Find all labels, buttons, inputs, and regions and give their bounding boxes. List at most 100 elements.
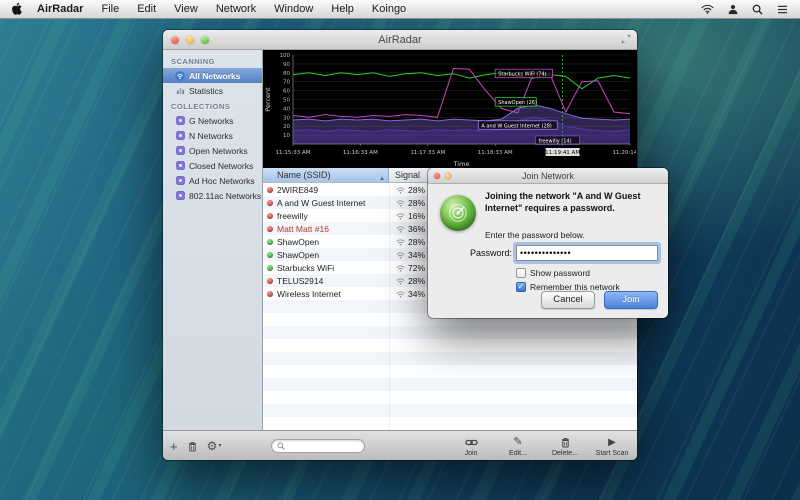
dialog-message: Joining the network "A and W Guest Inter… [485, 191, 660, 214]
sidebar-item-n-networks[interactable]: N Networks [163, 128, 262, 143]
signal-chart[interactable]: 10203040506070809010011:15:33 AM11:16:33… [263, 50, 637, 168]
svg-text:Starbucks WiFi (74): Starbucks WiFi (74) [498, 72, 546, 78]
sidebar-item-all-networks[interactable]: All Networks [163, 68, 262, 83]
menu-network[interactable]: Network [207, 0, 265, 19]
sidebar-item-802-11ac-networks[interactable]: 802.11ac Networks [163, 188, 262, 203]
show-password-label: Show password [530, 268, 590, 278]
column-header-name[interactable]: Name (SSID) ▲ [263, 168, 389, 182]
collection-icon [175, 131, 185, 141]
status-dot [267, 226, 273, 232]
stats-icon [175, 86, 185, 96]
wifi-icon[interactable] [701, 4, 714, 14]
close-button[interactable] [171, 36, 179, 44]
status-dot [267, 278, 273, 284]
spotlight-icon[interactable] [752, 4, 763, 15]
signal-percent: 36% [408, 224, 425, 234]
sidebar-item-open-networks[interactable]: Open Networks [163, 143, 262, 158]
menu-window[interactable]: Window [265, 0, 322, 19]
wifi-icon [396, 264, 405, 272]
menubar: AirRadarFileEditViewNetworkWindowHelpKoi… [0, 0, 800, 19]
svg-text:70: 70 [283, 80, 290, 86]
cancel-button[interactable]: Cancel [541, 291, 595, 309]
wifi-icon [396, 251, 405, 259]
notification-icon[interactable] [777, 5, 788, 14]
dialog-close-button[interactable] [434, 173, 440, 179]
svg-text:freewilly (14): freewilly (14) [539, 138, 572, 144]
toolbar-join-button[interactable]: Join [454, 436, 488, 457]
svg-text:20: 20 [283, 124, 290, 130]
sidebar-section-collections: COLLECTIONS [163, 98, 262, 113]
password-label: Password: [428, 248, 512, 258]
svg-text:40: 40 [283, 106, 290, 112]
collection-icon [175, 176, 185, 186]
show-password-checkbox[interactable] [516, 268, 526, 278]
svg-text:11:15:33 AM: 11:15:33 AM [276, 150, 311, 156]
svg-text:50: 50 [283, 98, 290, 104]
sidebar-item-closed-networks[interactable]: Closed Networks [163, 158, 262, 173]
minimize-button[interactable] [186, 36, 194, 44]
signal-cell: 28% [389, 185, 425, 195]
menu-airradar[interactable]: AirRadar [28, 0, 92, 19]
search-field[interactable] [271, 439, 365, 453]
toolbar-edit-button[interactable]: ✎Edit... [501, 436, 535, 457]
menu-koingo[interactable]: Koingo [363, 0, 415, 19]
collection-icon [175, 146, 185, 156]
menu-edit[interactable]: Edit [128, 0, 165, 19]
add-collection-button[interactable]: + [170, 440, 178, 453]
sidebar: SCANNINGAll NetworksStatisticsCOLLECTION… [163, 50, 263, 430]
apple-menu-icon[interactable] [6, 0, 28, 19]
status-dot [267, 200, 273, 206]
svg-text:Time: Time [453, 160, 470, 168]
dialog-traffic-lights [434, 173, 451, 179]
signal-percent: 16% [408, 211, 425, 221]
ssid-name: ShawOpen [277, 237, 389, 247]
menu-help[interactable]: Help [322, 0, 363, 19]
action-gear-button[interactable]: ⚙▾ [207, 440, 222, 452]
svg-text:11:20:14 AM: 11:20:14 AM [613, 150, 636, 156]
search-icon [277, 442, 285, 450]
toolbar-delete-button[interactable]: Delete... [548, 436, 582, 457]
sidebar-item-g-networks[interactable]: G Networks [163, 113, 262, 128]
toolbar-start-scan-button[interactable]: ▶Start Scan [595, 436, 629, 457]
search-input[interactable] [288, 442, 359, 451]
sidebar-section-scanning: SCANNING [163, 53, 262, 68]
menu-file[interactable]: File [92, 0, 128, 19]
dialog-titlebar[interactable]: Join Network [428, 168, 668, 184]
dialog-minimize-button[interactable] [445, 173, 451, 179]
airradar-app-icon [440, 195, 476, 231]
remember-checkbox[interactable]: ✓ [516, 282, 526, 292]
dialog-submessage: Enter the password below. [485, 230, 585, 240]
signal-percent: 72% [408, 263, 425, 273]
user-icon[interactable] [728, 4, 738, 15]
signal-cell: 36% [389, 224, 425, 234]
password-input[interactable] [516, 245, 658, 261]
join-button[interactable]: Join [604, 291, 658, 309]
ssid-name: ShawOpen [277, 250, 389, 260]
play-icon: ▶ [608, 436, 616, 449]
svg-text:90: 90 [283, 62, 290, 68]
svg-text:11:18:33 AM: 11:18:33 AM [478, 150, 513, 156]
signal-cell: 34% [389, 289, 425, 299]
zoom-button[interactable] [201, 36, 209, 44]
delete-collection-button[interactable] [188, 441, 197, 452]
show-password-row[interactable]: Show password [516, 268, 590, 278]
collection-icon [175, 116, 185, 126]
menu-view[interactable]: View [165, 0, 207, 19]
wifi-icon [396, 238, 405, 246]
sidebar-item-statistics[interactable]: Statistics [163, 83, 262, 98]
signal-cell: 16% [389, 211, 425, 221]
signal-percent: 28% [408, 198, 425, 208]
status-dot [267, 213, 273, 219]
pencil-icon: ✎ [513, 436, 522, 449]
svg-text:A and W Guest Internet (28): A and W Guest Internet (28) [481, 123, 552, 129]
signal-percent: 28% [408, 276, 425, 286]
wifi-icon [396, 277, 405, 285]
signal-cell: 28% [389, 276, 425, 286]
fullscreen-icon[interactable] [621, 34, 631, 44]
svg-text:Percent: Percent [264, 87, 272, 112]
status-dot [267, 239, 273, 245]
traffic-lights [171, 36, 209, 44]
trash-icon [561, 436, 570, 449]
sidebar-item-ad-hoc-networks[interactable]: Ad Hoc Networks [163, 173, 262, 188]
window-titlebar[interactable]: AirRadar [163, 30, 637, 50]
